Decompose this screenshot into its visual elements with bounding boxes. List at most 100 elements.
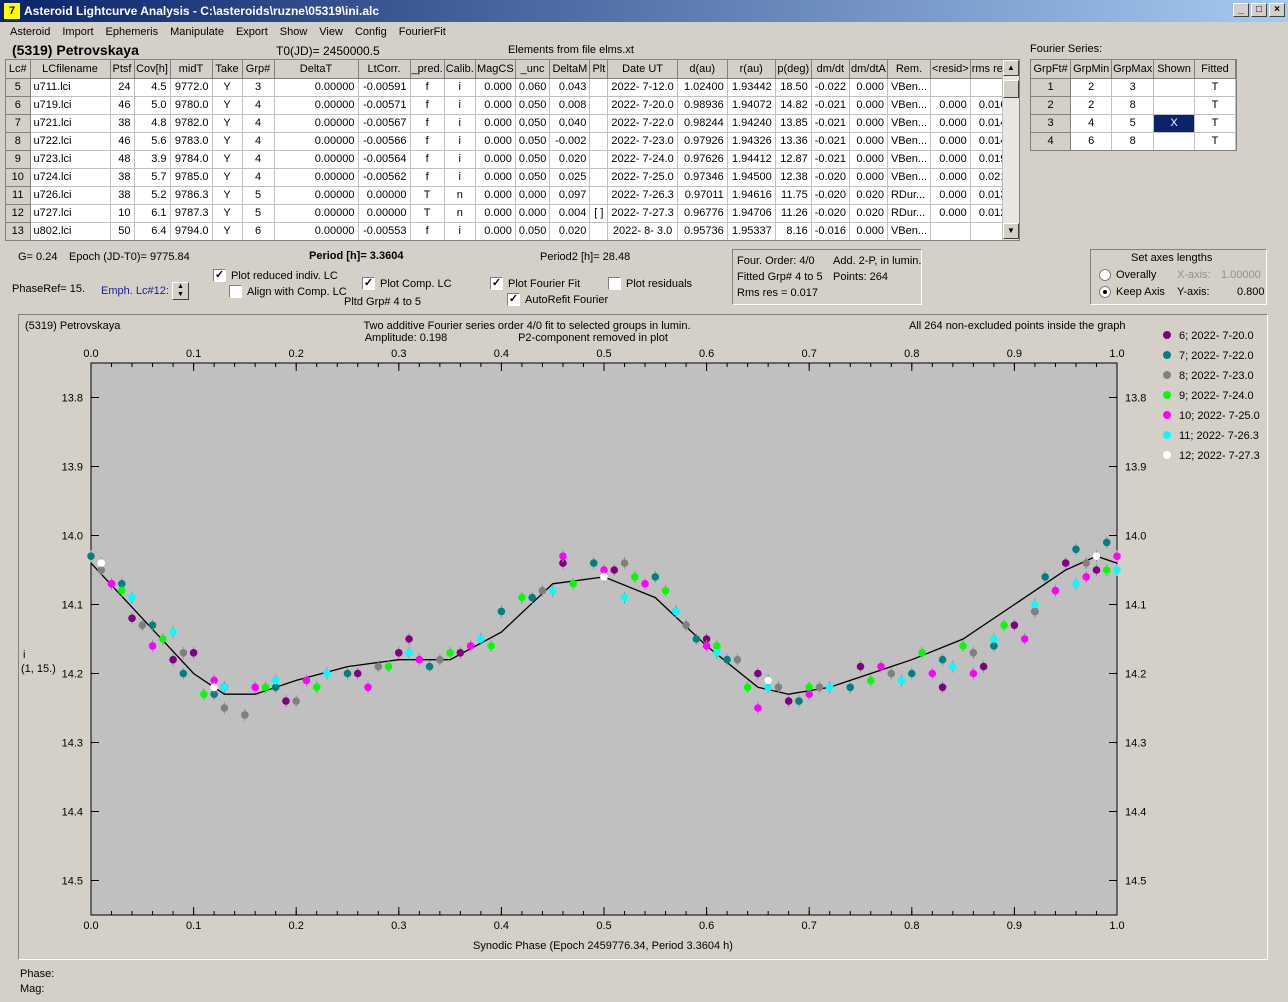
lc-cell[interactable]: 0.97926 — [677, 132, 728, 151]
scroll-up-icon[interactable]: ▲ — [1003, 60, 1019, 76]
lc-cell[interactable]: 2022- 8- 3.0 — [607, 222, 678, 240]
fourier-cell[interactable]: 1 — [1031, 78, 1072, 97]
lc-cell[interactable]: 1.93442 — [727, 78, 776, 97]
lc-cell[interactable]: 10 — [110, 204, 135, 223]
minimize-button[interactable]: _ — [1233, 3, 1249, 17]
lc-header-cell[interactable]: d(au) — [677, 60, 728, 79]
lc-cell[interactable]: 1.94706 — [727, 204, 776, 223]
fourier-header-cell[interactable]: Shown — [1153, 60, 1195, 79]
lc-cell[interactable]: 0.98936 — [677, 96, 728, 115]
lc-cell[interactable]: 3.9 — [134, 150, 171, 169]
lc-header-cell[interactable]: _pred. — [410, 60, 445, 79]
lc-cell[interactable]: n — [444, 204, 476, 223]
fourier-cell[interactable]: T — [1194, 114, 1236, 133]
fourier-header-cell[interactable]: GrpMax — [1111, 60, 1155, 79]
lc-cell[interactable]: 0.000 — [930, 114, 971, 133]
lc-cell[interactable] — [930, 222, 971, 240]
fourier-header-cell[interactable]: Fitted — [1194, 60, 1236, 79]
lc-cell[interactable]: 0.000 — [475, 132, 516, 151]
lc-header-cell[interactable]: LtCorr. — [358, 60, 411, 79]
table-row[interactable]: 12 u727.lci 10 6.1 9787.3 Y 5 0.00000 0.00000 Tn 0… — [6, 204, 1011, 223]
fourier-cell[interactable]: 2 — [1070, 78, 1113, 97]
fourier-header-cell[interactable]: GrpMin — [1070, 60, 1113, 79]
lc-cell[interactable]: 1.94072 — [727, 96, 776, 115]
lc-cell[interactable]: RDur... — [887, 186, 932, 205]
plot-residuals-checkbox[interactable]: Plot residuals — [608, 277, 692, 290]
lc-cell[interactable]: T — [410, 204, 445, 223]
lc-cell[interactable]: 9787.3 — [170, 204, 213, 223]
lc-header-cell[interactable]: r(au) — [727, 60, 776, 79]
lc-cell[interactable]: 7 — [6, 114, 31, 133]
lc-cell[interactable]: 9 — [6, 150, 31, 169]
lc-cell[interactable]: 1.94240 — [727, 114, 776, 133]
lc-cell[interactable]: 4 — [242, 150, 275, 169]
fourier-cell[interactable] — [1153, 132, 1195, 150]
lc-cell[interactable]: 38 — [110, 168, 135, 187]
menu-manipulate[interactable]: Manipulate — [164, 26, 230, 38]
table-row[interactable]: 10 u724.lci 38 5.7 9785.0 Y 4 0.00000 -0.00562 f i… — [6, 168, 1011, 187]
lc-cell[interactable]: 0.000 — [475, 96, 516, 115]
lc-cell[interactable]: u726.lci — [30, 186, 111, 205]
lc-cell[interactable]: 0.00000 — [274, 96, 359, 115]
lc-cell[interactable]: u719.lci — [30, 96, 111, 115]
lc-cell[interactable]: 6.4 — [134, 222, 171, 240]
lc-cell[interactable]: 0.000 — [849, 150, 888, 169]
lc-cell[interactable]: 14.82 — [775, 96, 812, 115]
lc-cell[interactable]: u802.lci — [30, 222, 111, 240]
fourier-cell[interactable]: 4 — [1031, 132, 1072, 150]
lc-cell[interactable] — [589, 114, 609, 133]
fourier-cell[interactable]: T — [1194, 78, 1236, 97]
lc-cell[interactable]: i — [444, 168, 476, 187]
scroll-thumb[interactable] — [1003, 80, 1019, 98]
lc-cell[interactable]: 0.000 — [475, 186, 516, 205]
lc-cell[interactable]: 9772.0 — [170, 78, 213, 97]
lc-cell[interactable]: -0.00564 — [358, 150, 411, 169]
lc-cell[interactable]: 38 — [110, 186, 135, 205]
lc-cell[interactable]: VBen... — [887, 114, 932, 133]
lc-cell[interactable]: Y — [212, 132, 243, 151]
lc-cell[interactable]: -0.020 — [811, 204, 850, 223]
lc-cell[interactable]: VBen... — [887, 168, 932, 187]
lc-cell[interactable]: 4.5 — [134, 78, 171, 97]
lc-header-cell[interactable]: DeltaM — [549, 60, 591, 79]
lc-cell[interactable] — [589, 132, 609, 151]
lc-cell[interactable]: -0.021 — [811, 132, 850, 151]
table-scrollbar[interactable]: ▲ ▼ — [1002, 60, 1019, 240]
lc-header-cell[interactable]: <resid> — [930, 60, 971, 79]
lc-cell[interactable]: 0.020 — [849, 204, 888, 223]
lc-cell[interactable]: u723.lci — [30, 150, 111, 169]
menu-view[interactable]: View — [313, 26, 349, 38]
lc-header-cell[interactable]: Rem. — [887, 60, 932, 79]
lc-cell[interactable]: 0.020 — [549, 222, 591, 240]
lc-cell[interactable]: 0.95736 — [677, 222, 728, 240]
lc-header-cell[interactable]: MagCS — [475, 60, 516, 79]
lc-cell[interactable]: i — [444, 114, 476, 133]
fourier-cell[interactable]: 2 — [1031, 96, 1072, 115]
lc-cell[interactable]: 0.000 — [849, 78, 888, 97]
lc-cell[interactable]: -0.00567 — [358, 114, 411, 133]
lc-cell[interactable]: 0.97626 — [677, 150, 728, 169]
menu-asteroid[interactable]: Asteroid — [4, 26, 56, 38]
lc-header-cell[interactable]: Plt — [589, 60, 609, 79]
lc-cell[interactable] — [589, 150, 609, 169]
fourier-cell[interactable] — [1153, 96, 1195, 115]
fourier-header-cell[interactable]: GrpFt# — [1031, 60, 1072, 79]
lc-cell[interactable]: 0.000 — [475, 222, 516, 240]
lc-cell[interactable]: f — [410, 222, 445, 240]
lc-cell[interactable]: 12.38 — [775, 168, 812, 187]
lc-cell[interactable]: 0.00000 — [274, 168, 359, 187]
lc-cell[interactable]: 2022- 7-27.3 — [607, 204, 678, 223]
lc-cell[interactable]: 0.000 — [475, 78, 516, 97]
lc-header-cell[interactable]: Take — [212, 60, 243, 79]
menu-import[interactable]: Import — [56, 26, 99, 38]
lc-cell[interactable]: 0.097 — [549, 186, 591, 205]
lc-cell[interactable]: Y — [212, 114, 243, 133]
lc-header-cell[interactable]: Date UT — [607, 60, 678, 79]
lc-cell[interactable]: 9784.0 — [170, 150, 213, 169]
table-row[interactable]: 6 u719.lci 46 5.0 9780.0 Y 4 0.00000 -0.00571 f i 0… — [6, 96, 1011, 115]
lc-cell[interactable]: -0.00562 — [358, 168, 411, 187]
lc-cell[interactable] — [930, 78, 971, 97]
lc-cell[interactable]: 0.050 — [515, 114, 551, 133]
lc-cell[interactable]: f — [410, 78, 445, 97]
lc-cell[interactable]: 0.020 — [849, 186, 888, 205]
